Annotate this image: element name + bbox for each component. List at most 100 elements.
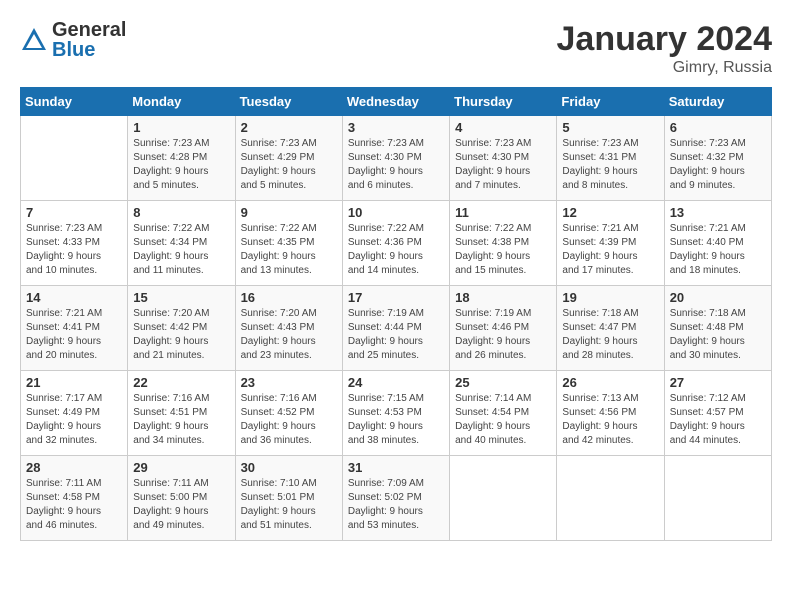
day-cell: 18 Sunrise: 7:19 AM Sunset: 4:46 PM Dayli…: [450, 286, 557, 371]
day-info: Sunrise: 7:19 AM Sunset: 4:44 PM Dayligh…: [348, 307, 444, 363]
logo-blue-text: Blue: [52, 40, 126, 60]
day-info: Sunrise: 7:23 AM Sunset: 4:29 PM Dayligh…: [241, 137, 337, 193]
day-number: 14: [26, 290, 122, 305]
day-info: Sunrise: 7:11 AM Sunset: 4:58 PM Dayligh…: [26, 477, 122, 533]
day-number: 9: [241, 205, 337, 220]
day-info: Sunrise: 7:23 AM Sunset: 4:32 PM Dayligh…: [670, 137, 766, 193]
day-info: Sunrise: 7:12 AM Sunset: 4:57 PM Dayligh…: [670, 392, 766, 448]
day-number: 30: [241, 460, 337, 475]
day-info: Sunrise: 7:23 AM Sunset: 4:28 PM Dayligh…: [133, 137, 229, 193]
day-number: 26: [562, 375, 658, 390]
day-info: Sunrise: 7:23 AM Sunset: 4:33 PM Dayligh…: [26, 222, 122, 278]
day-number: 4: [455, 120, 551, 135]
day-number: 22: [133, 375, 229, 390]
day-info: Sunrise: 7:11 AM Sunset: 5:00 PM Dayligh…: [133, 477, 229, 533]
calendar-title: January 2024: [557, 20, 773, 59]
day-cell: 28 Sunrise: 7:11 AM Sunset: 4:58 PM Dayli…: [21, 456, 128, 541]
day-number: 17: [348, 290, 444, 305]
day-info: Sunrise: 7:18 AM Sunset: 4:47 PM Dayligh…: [562, 307, 658, 363]
week-row-3: 21 Sunrise: 7:17 AM Sunset: 4:49 PM Dayli…: [21, 371, 772, 456]
day-number: 6: [670, 120, 766, 135]
day-cell: 11 Sunrise: 7:22 AM Sunset: 4:38 PM Dayli…: [450, 201, 557, 286]
day-number: 8: [133, 205, 229, 220]
day-cell: 10Sunrise: 7:22 AM Sunset: 4:36 PM Dayli…: [342, 201, 449, 286]
day-number: 18: [455, 290, 551, 305]
day-number: 3: [348, 120, 444, 135]
day-number: 21: [26, 375, 122, 390]
day-cell: 23 Sunrise: 7:16 AM Sunset: 4:52 PM Dayli…: [235, 371, 342, 456]
day-number: 24: [348, 375, 444, 390]
week-row-4: 28 Sunrise: 7:11 AM Sunset: 4:58 PM Dayli…: [21, 456, 772, 541]
calendar-subtitle: Gimry, Russia: [557, 59, 773, 77]
day-number: 25: [455, 375, 551, 390]
title-block: January 2024 Gimry, Russia: [557, 20, 773, 77]
day-cell: [21, 116, 128, 201]
calendar-table: SundayMondayTuesdayWednesdayThursdayFrid…: [20, 87, 772, 541]
header-cell-sunday: Sunday: [21, 88, 128, 116]
day-number: 23: [241, 375, 337, 390]
day-info: Sunrise: 7:22 AM Sunset: 4:35 PM Dayligh…: [241, 222, 337, 278]
day-info: Sunrise: 7:17 AM Sunset: 4:49 PM Dayligh…: [26, 392, 122, 448]
day-cell: 5Sunrise: 7:23 AM Sunset: 4:31 PM Daylig…: [557, 116, 664, 201]
day-number: 2: [241, 120, 337, 135]
day-cell: 1 Sunrise: 7:23 AM Sunset: 4:28 PM Daylig…: [128, 116, 235, 201]
header-cell-thursday: Thursday: [450, 88, 557, 116]
day-cell: 26 Sunrise: 7:13 AM Sunset: 4:56 PM Dayli…: [557, 371, 664, 456]
logo-general-text: General: [52, 20, 126, 40]
header-cell-wednesday: Wednesday: [342, 88, 449, 116]
day-info: Sunrise: 7:14 AM Sunset: 4:54 PM Dayligh…: [455, 392, 551, 448]
day-info: Sunrise: 7:23 AM Sunset: 4:30 PM Dayligh…: [348, 137, 444, 193]
day-info: Sunrise: 7:15 AM Sunset: 4:53 PM Dayligh…: [348, 392, 444, 448]
page-header: General Blue January 2024 Gimry, Russia: [20, 20, 772, 77]
day-info: Sunrise: 7:23 AM Sunset: 4:30 PM Dayligh…: [455, 137, 551, 193]
day-cell: 21 Sunrise: 7:17 AM Sunset: 4:49 PM Dayli…: [21, 371, 128, 456]
day-number: 12: [562, 205, 658, 220]
day-cell: 15 Sunrise: 7:20 AM Sunset: 4:42 PM Dayli…: [128, 286, 235, 371]
day-cell: 12 Sunrise: 7:21 AM Sunset: 4:39 PM Dayli…: [557, 201, 664, 286]
day-cell: [557, 456, 664, 541]
day-info: Sunrise: 7:13 AM Sunset: 4:56 PM Dayligh…: [562, 392, 658, 448]
day-cell: 13Sunrise: 7:21 AM Sunset: 4:40 PM Dayli…: [664, 201, 771, 286]
day-cell: 3 Sunrise: 7:23 AM Sunset: 4:30 PM Daylig…: [342, 116, 449, 201]
day-cell: 4 Sunrise: 7:23 AM Sunset: 4:30 PM Daylig…: [450, 116, 557, 201]
day-number: 1: [133, 120, 229, 135]
header-row: SundayMondayTuesdayWednesdayThursdayFrid…: [21, 88, 772, 116]
day-cell: 6 Sunrise: 7:23 AM Sunset: 4:32 PM Daylig…: [664, 116, 771, 201]
day-number: 28: [26, 460, 122, 475]
day-cell: 25 Sunrise: 7:14 AM Sunset: 4:54 PM Dayli…: [450, 371, 557, 456]
day-number: 27: [670, 375, 766, 390]
week-row-0: 1 Sunrise: 7:23 AM Sunset: 4:28 PM Daylig…: [21, 116, 772, 201]
day-number: 7: [26, 205, 122, 220]
day-cell: 19 Sunrise: 7:18 AM Sunset: 4:47 PM Dayli…: [557, 286, 664, 371]
day-cell: 16Sunrise: 7:20 AM Sunset: 4:43 PM Dayli…: [235, 286, 342, 371]
week-row-1: 7 Sunrise: 7:23 AM Sunset: 4:33 PM Daylig…: [21, 201, 772, 286]
header-cell-friday: Friday: [557, 88, 664, 116]
day-info: Sunrise: 7:10 AM Sunset: 5:01 PM Dayligh…: [241, 477, 337, 533]
day-info: Sunrise: 7:16 AM Sunset: 4:52 PM Dayligh…: [241, 392, 337, 448]
day-number: 31: [348, 460, 444, 475]
day-info: Sunrise: 7:20 AM Sunset: 4:42 PM Dayligh…: [133, 307, 229, 363]
day-number: 13: [670, 205, 766, 220]
day-number: 10: [348, 205, 444, 220]
day-info: Sunrise: 7:19 AM Sunset: 4:46 PM Dayligh…: [455, 307, 551, 363]
day-info: Sunrise: 7:22 AM Sunset: 4:38 PM Dayligh…: [455, 222, 551, 278]
logo-icon: [20, 26, 48, 54]
week-row-2: 14 Sunrise: 7:21 AM Sunset: 4:41 PM Dayli…: [21, 286, 772, 371]
day-cell: 30 Sunrise: 7:10 AM Sunset: 5:01 PM Dayli…: [235, 456, 342, 541]
day-info: Sunrise: 7:09 AM Sunset: 5:02 PM Dayligh…: [348, 477, 444, 533]
day-number: 11: [455, 205, 551, 220]
day-cell: 7 Sunrise: 7:23 AM Sunset: 4:33 PM Daylig…: [21, 201, 128, 286]
day-cell: 31 Sunrise: 7:09 AM Sunset: 5:02 PM Dayli…: [342, 456, 449, 541]
day-number: 19: [562, 290, 658, 305]
day-cell: [450, 456, 557, 541]
day-cell: 24 Sunrise: 7:15 AM Sunset: 4:53 PM Dayli…: [342, 371, 449, 456]
day-info: Sunrise: 7:18 AM Sunset: 4:48 PM Dayligh…: [670, 307, 766, 363]
day-cell: 22Sunrise: 7:16 AM Sunset: 4:51 PM Dayli…: [128, 371, 235, 456]
day-number: 15: [133, 290, 229, 305]
day-info: Sunrise: 7:22 AM Sunset: 4:34 PM Dayligh…: [133, 222, 229, 278]
day-info: Sunrise: 7:21 AM Sunset: 4:39 PM Dayligh…: [562, 222, 658, 278]
day-info: Sunrise: 7:21 AM Sunset: 4:41 PM Dayligh…: [26, 307, 122, 363]
day-info: Sunrise: 7:20 AM Sunset: 4:43 PM Dayligh…: [241, 307, 337, 363]
logo: General Blue: [20, 20, 126, 60]
day-number: 20: [670, 290, 766, 305]
